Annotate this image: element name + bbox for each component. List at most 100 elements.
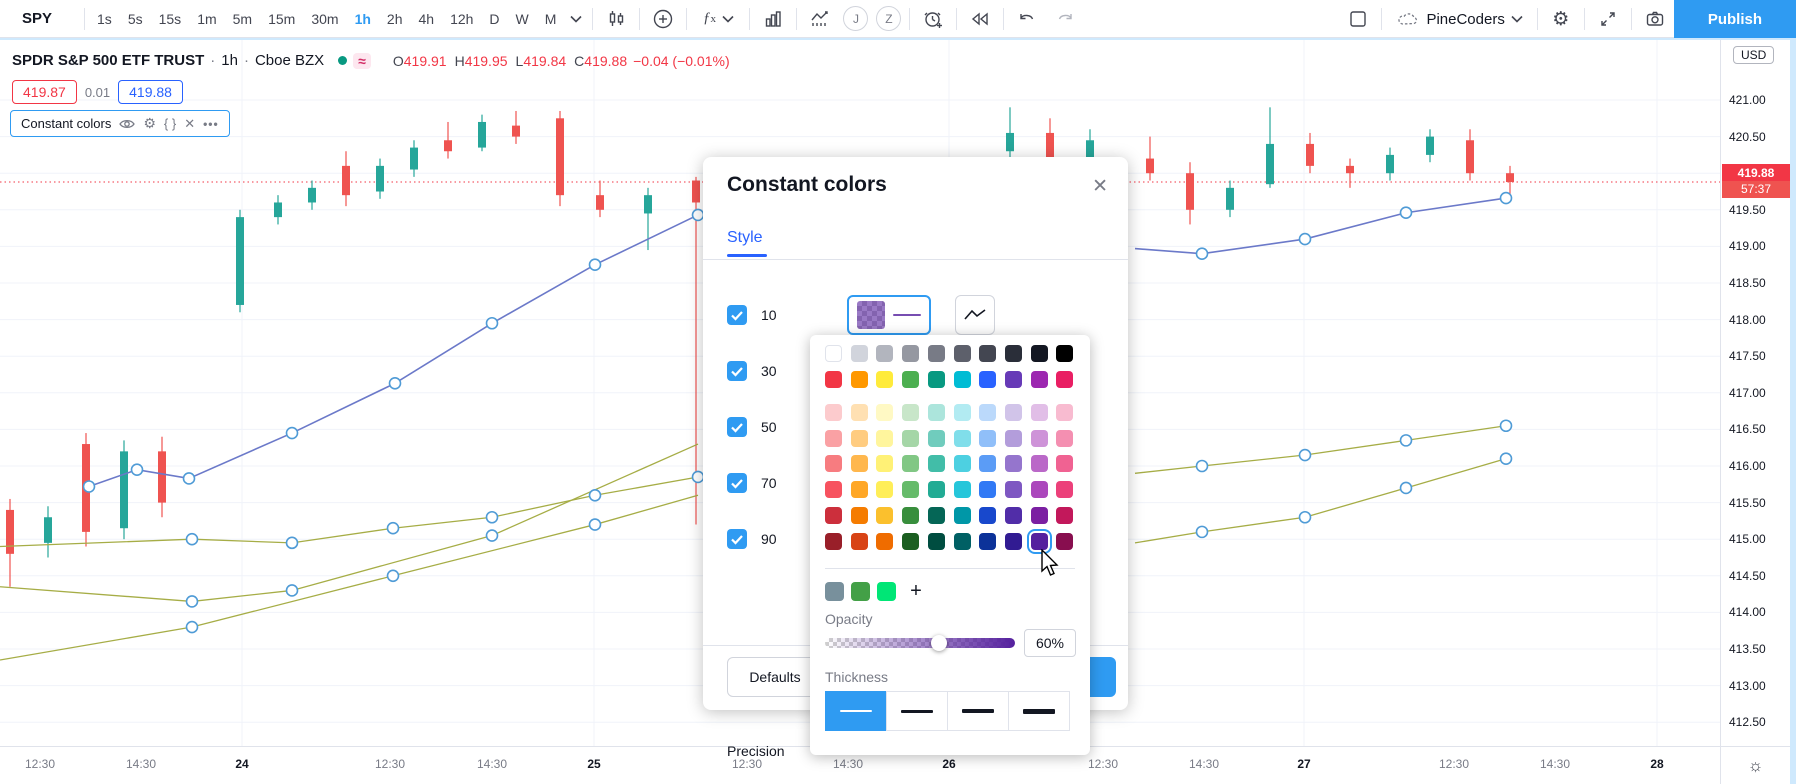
color-swatch-#5d606b[interactable] [954, 345, 971, 362]
currency-badge[interactable]: USD [1733, 46, 1774, 64]
checkbox-30[interactable] [727, 361, 747, 381]
eye-icon[interactable] [119, 118, 135, 130]
color-swatch-#e1bee7[interactable] [1031, 404, 1048, 421]
color-swatch-#81c784[interactable] [902, 455, 919, 472]
color-swatch-#00bcd4[interactable] [954, 371, 971, 388]
color-swatch-#ffeb3b[interactable] [876, 371, 893, 388]
checkbox-50[interactable] [727, 417, 747, 437]
indicator-templates-button[interactable] [754, 0, 792, 38]
compare-add-button[interactable] [644, 0, 682, 38]
thickness-option-1[interactable] [825, 691, 887, 731]
color-swatch-#ffffff[interactable] [825, 345, 842, 362]
timeframe-15m[interactable]: 15m [260, 0, 303, 37]
color-swatch-#90bff9[interactable] [979, 430, 996, 447]
color-swatch-#2962ff[interactable] [979, 371, 996, 388]
custom-color-#78909c[interactable] [825, 582, 844, 601]
color-swatch-#bbd9fb[interactable] [979, 404, 996, 421]
timeframe-5s[interactable]: 5s [120, 0, 151, 37]
checkbox-70[interactable] [727, 473, 747, 493]
timeframe-1m[interactable]: 1m [189, 0, 224, 37]
color-swatch-#e91e63[interactable] [1056, 371, 1073, 388]
checkbox-90[interactable] [727, 529, 747, 549]
sell-button[interactable]: 419.87 [12, 80, 77, 104]
indicator-legend[interactable]: Constant colors ⚙ { } ✕ ••• [10, 110, 230, 137]
custom-color-#43a047[interactable] [851, 582, 870, 601]
source-code-icon[interactable]: { } [164, 116, 176, 131]
color-swatch-#70ccbd[interactable] [928, 430, 945, 447]
color-swatch-#000000[interactable] [1056, 345, 1073, 362]
color-swatch-#4dd0e1[interactable] [954, 455, 971, 472]
color-swatch-#66bb6a[interactable] [902, 481, 919, 498]
color-swatch-#9598a1[interactable] [902, 345, 919, 362]
color-swatch-#ffcc80[interactable] [851, 430, 868, 447]
color-swatch-#0097a7[interactable] [954, 507, 971, 524]
timeframe-M[interactable]: M [537, 0, 565, 37]
color-swatch-#fff9c4[interactable] [876, 404, 893, 421]
timeframe-30m[interactable]: 30m [303, 0, 346, 37]
color-swatch-#0c3299[interactable] [979, 533, 996, 550]
color-swatch-#ba68c8[interactable] [1031, 455, 1048, 472]
color-swatch-#512da8[interactable] [1005, 507, 1022, 524]
color-swatch-#1b5e20[interactable] [902, 533, 919, 550]
fundamentals-button[interactable] [801, 0, 839, 38]
timeframe-menu-button[interactable] [564, 0, 588, 38]
thickness-option-4[interactable] [1008, 691, 1070, 731]
color-swatch-#434651[interactable] [979, 345, 996, 362]
color-swatch-#42bda8[interactable] [928, 455, 945, 472]
publish-button[interactable]: Publish [1674, 0, 1796, 38]
color-swatch-#006064[interactable] [954, 533, 971, 550]
color-swatch-#ec407a[interactable] [1056, 481, 1073, 498]
color-swatch-#a5d6a7[interactable] [902, 430, 919, 447]
color-swatch-#056656[interactable] [928, 507, 945, 524]
timeframe-1s[interactable]: 1s [89, 0, 120, 37]
price-axis[interactable]: USD 421.00420.50420.00419.50419.00418.50… [1720, 40, 1790, 746]
color-swatch-#d1c4e9[interactable] [1005, 404, 1022, 421]
color-swatch-#ff9800[interactable] [851, 371, 868, 388]
color-swatch-#d84315[interactable] [851, 533, 868, 550]
color-swatch-#ffe0b2[interactable] [851, 404, 868, 421]
opacity-slider-thumb[interactable] [931, 635, 947, 651]
color-swatch-#ffee58[interactable] [876, 481, 893, 498]
color-swatch-#faa1a4[interactable] [825, 430, 842, 447]
thickness-option-2[interactable] [886, 691, 948, 731]
tab-style[interactable]: Style [727, 229, 763, 247]
timeframe-D[interactable]: D [481, 0, 507, 37]
color-swatch-#673ab7[interactable] [1005, 371, 1022, 388]
color-swatch-#b2ebf2[interactable] [954, 404, 971, 421]
color-swatch-#d1d4dc[interactable] [851, 345, 868, 362]
color-swatch-#fff59d[interactable] [876, 430, 893, 447]
timeframe-12h[interactable]: 12h [442, 0, 481, 37]
color-swatch-#f48fb1[interactable] [1056, 430, 1073, 447]
color-swatch-#089981[interactable] [928, 371, 945, 388]
color-swatch-#c2185b[interactable] [1056, 507, 1073, 524]
thickness-option-3[interactable] [947, 691, 1009, 731]
color-swatch-#311b92[interactable] [1005, 533, 1022, 550]
color-swatch-#3179f5[interactable] [979, 481, 996, 498]
indicators-button[interactable]: ƒx [691, 0, 745, 38]
color-swatch-#2a2e39[interactable] [1005, 345, 1022, 362]
color-swatch-#ef6c00[interactable] [876, 533, 893, 550]
alert-button[interactable] [914, 0, 952, 38]
color-swatch-#7e57c2[interactable] [1005, 481, 1022, 498]
color-swatch-#cc2f3c[interactable] [825, 507, 842, 524]
color-swatch-#388e3c[interactable] [902, 507, 919, 524]
color-swatch-#787b86[interactable] [928, 345, 945, 362]
color-swatch-#fccbcd[interactable] [825, 404, 842, 421]
color-swatch-#f06292[interactable] [1056, 455, 1073, 472]
interval-label[interactable]: 1h [221, 52, 238, 69]
line-style-button[interactable] [955, 295, 995, 335]
user-menu[interactable]: PineCoders [1386, 10, 1532, 28]
exchange-label[interactable]: Cboe BZX [255, 52, 324, 69]
axis-settings-corner[interactable]: ☼ [1720, 746, 1790, 784]
layout-button[interactable] [1339, 0, 1377, 38]
color-swatch-#f57c00[interactable] [851, 507, 868, 524]
more-options-icon[interactable]: ••• [203, 117, 219, 131]
color-swatch-#7b1fa2[interactable] [1031, 507, 1048, 524]
color-swatch-#ce93d8[interactable] [1031, 430, 1048, 447]
timeframe-1h[interactable]: 1h [347, 0, 379, 37]
sun-icon[interactable]: ☼ [1748, 756, 1764, 776]
settings-gear-icon[interactable]: ⚙ [143, 115, 156, 132]
color-swatch-#b39ddb[interactable] [1005, 430, 1022, 447]
close-icon[interactable]: ✕ [1088, 171, 1112, 202]
timeframe-W[interactable]: W [508, 0, 537, 37]
